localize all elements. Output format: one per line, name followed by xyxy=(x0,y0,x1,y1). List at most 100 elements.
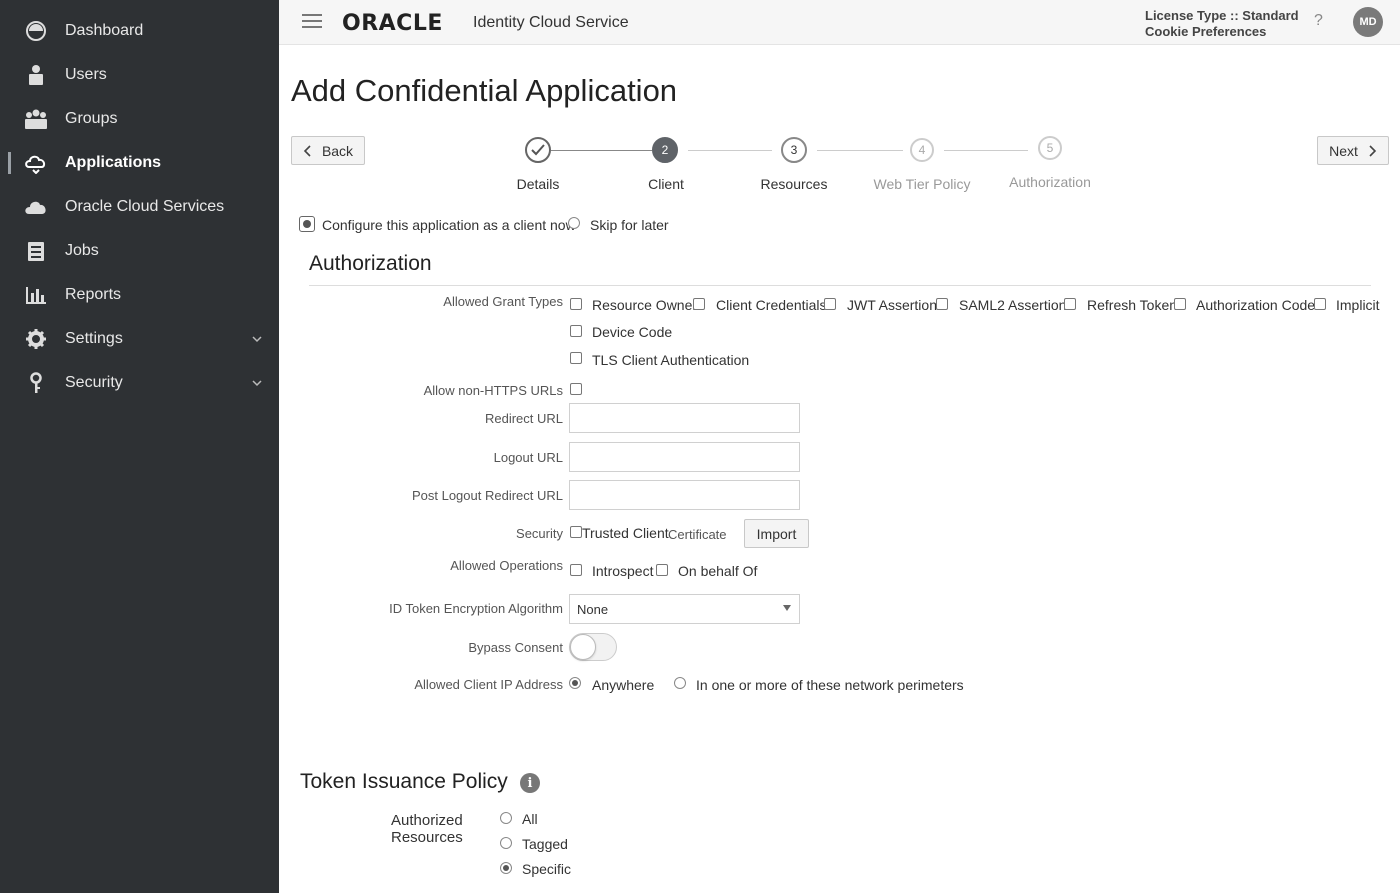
gear-icon xyxy=(24,327,48,351)
step-2-circle[interactable]: 2 xyxy=(652,137,678,163)
resources-tagged-radio[interactable] xyxy=(500,837,512,849)
step-4-circle[interactable]: 4 xyxy=(910,138,934,162)
cookie-preferences-link[interactable]: Cookie Preferences xyxy=(1145,24,1299,40)
import-button[interactable]: Import xyxy=(744,519,809,548)
sidebar-item-jobs[interactable]: Jobs xyxy=(0,229,279,273)
step-5-circle[interactable]: 5 xyxy=(1038,136,1062,160)
info-icon[interactable]: i xyxy=(520,773,540,793)
sidebar-item-label: Oracle Cloud Services xyxy=(65,198,225,215)
ip-anywhere-radio[interactable] xyxy=(569,677,581,689)
introspect-checkbox[interactable] xyxy=(570,564,582,576)
sidebar-item-label: Users xyxy=(65,66,107,83)
authorized-resources-label-line1: Authorized xyxy=(391,812,463,829)
ip-anywhere-label: Anywhere xyxy=(592,677,655,693)
groups-icon xyxy=(24,107,48,131)
chevron-down-icon xyxy=(783,605,791,611)
introspect-label: Introspect xyxy=(592,563,654,579)
grant-implicit-checkbox[interactable] xyxy=(1314,298,1326,310)
grant-resource-owner-checkbox[interactable] xyxy=(570,298,582,310)
ip-perimeters-radio[interactable] xyxy=(674,677,686,689)
post-logout-url-label: Post Logout Redirect URL xyxy=(411,488,563,503)
sidebar-item-dashboard[interactable]: Dashboard xyxy=(0,9,279,53)
step-label-web-tier-policy: Web Tier Policy xyxy=(873,176,971,192)
resources-all-label: All xyxy=(522,811,538,827)
sidebar-item-reports[interactable]: Reports xyxy=(0,273,279,317)
grant-implicit-label: Implicit xyxy=(1336,297,1380,313)
reports-icon xyxy=(24,283,48,307)
sidebar-item-applications[interactable]: Applications xyxy=(0,141,279,185)
sidebar-item-label: Settings xyxy=(65,330,123,347)
configure-now-radio[interactable] xyxy=(299,216,315,232)
step-label-resources: Resources xyxy=(760,176,828,192)
grant-tls-client-auth-checkbox[interactable] xyxy=(570,352,582,364)
resources-specific-radio[interactable] xyxy=(500,862,512,874)
next-button[interactable]: Next xyxy=(1317,136,1389,165)
sidebar-item-label: Applications xyxy=(65,154,162,171)
help-icon[interactable]: ? xyxy=(1314,12,1323,30)
step-connector xyxy=(944,150,1028,151)
top-header: ORACLE Identity Cloud Service License Ty… xyxy=(279,0,1400,45)
grant-saml2-assertion-checkbox[interactable] xyxy=(936,298,948,310)
id-token-encryption-select[interactable]: None xyxy=(569,594,800,624)
ip-perimeters-label: In one or more of these network perimete… xyxy=(696,677,964,693)
grant-jwt-assertion-checkbox[interactable] xyxy=(824,298,836,310)
trusted-client-label: Trusted Client xyxy=(582,525,669,541)
grant-resource-owner-label: Resource Owner xyxy=(592,297,698,313)
redirect-url-input[interactable] xyxy=(569,403,800,433)
step-1-circle[interactable] xyxy=(525,137,551,163)
step-connector xyxy=(688,150,772,151)
non-https-label: Allow non-HTTPS URLs xyxy=(423,383,563,398)
oracle-logo: ORACLE xyxy=(342,11,443,36)
non-https-checkbox[interactable] xyxy=(570,383,582,395)
post-logout-url-input[interactable] xyxy=(569,480,800,510)
sidebar-item-settings[interactable]: Settings xyxy=(0,317,279,361)
resources-all-radio[interactable] xyxy=(500,812,512,824)
sidebar-item-oracle-cloud-services[interactable]: Oracle Cloud Services xyxy=(0,185,279,229)
sidebar-item-label: Jobs xyxy=(65,242,99,259)
step-connector xyxy=(817,150,903,151)
applications-icon xyxy=(24,151,48,175)
license-info: License Type :: Standard Cookie Preferen… xyxy=(1145,8,1299,40)
grant-client-credentials-checkbox[interactable] xyxy=(693,298,705,310)
skip-for-later-radio[interactable] xyxy=(568,217,580,229)
sidebar-item-label: Security xyxy=(65,374,123,391)
jobs-icon xyxy=(24,239,48,263)
key-icon xyxy=(24,371,48,395)
sidebar: Dashboard Users Groups Applications Orac… xyxy=(0,0,279,893)
divider xyxy=(309,285,1371,286)
logout-url-input[interactable] xyxy=(569,442,800,472)
authorization-heading: Authorization xyxy=(309,252,432,275)
trusted-client-checkbox[interactable] xyxy=(570,526,582,538)
back-button[interactable]: Back xyxy=(291,136,365,165)
sidebar-item-groups[interactable]: Groups xyxy=(0,97,279,141)
step-label-client: Client xyxy=(648,176,684,192)
next-label: Next xyxy=(1329,142,1358,159)
grant-authorization-code-checkbox[interactable] xyxy=(1174,298,1186,310)
chevron-left-icon xyxy=(303,144,311,157)
grant-refresh-token-checkbox[interactable] xyxy=(1064,298,1076,310)
checkmark-icon xyxy=(531,144,545,156)
redirect-url-label: Redirect URL xyxy=(484,411,563,426)
grant-client-credentials-label: Client Credentials xyxy=(716,297,827,313)
sidebar-item-users[interactable]: Users xyxy=(0,53,279,97)
on-behalf-of-label: On behalf Of xyxy=(678,563,758,579)
step-label-details: Details xyxy=(516,176,560,192)
avatar[interactable]: MD xyxy=(1353,7,1383,37)
skip-for-later-label: Skip for later xyxy=(590,217,669,233)
token-issuance-policy-heading: Token Issuance Policy xyxy=(300,770,508,793)
sidebar-item-security[interactable]: Security xyxy=(0,361,279,405)
dashboard-icon xyxy=(24,19,48,43)
grant-tls-client-auth-label: TLS Client Authentication xyxy=(592,352,750,368)
allowed-operations-label: Allowed Operations xyxy=(450,558,563,573)
grant-device-code-checkbox[interactable] xyxy=(570,325,582,337)
hamburger-menu-icon[interactable] xyxy=(302,14,322,30)
on-behalf-of-checkbox[interactable] xyxy=(656,564,668,576)
sidebar-item-label: Dashboard xyxy=(65,22,144,39)
configure-now-label: Configure this application as a client n… xyxy=(322,217,576,233)
back-label: Back xyxy=(321,142,354,159)
chevron-down-icon xyxy=(252,380,262,387)
grant-types-label: Allowed Grant Types xyxy=(443,294,563,309)
toggle-knob xyxy=(570,634,596,660)
grant-authorization-code-label: Authorization Code xyxy=(1196,297,1316,313)
step-3-circle[interactable]: 3 xyxy=(781,137,807,163)
